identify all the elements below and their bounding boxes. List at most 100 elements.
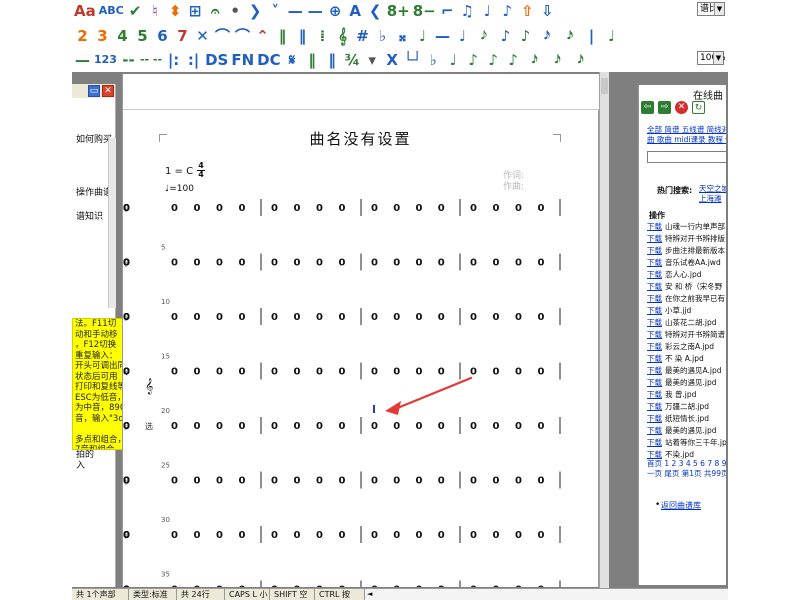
toolbar-tool-icon[interactable]: ▾	[364, 50, 381, 70]
toolbar-tool-icon[interactable]: ⌒	[214, 26, 231, 46]
help-link-knowledge[interactable]: 谱知识	[76, 209, 103, 222]
ratio-combo[interactable]: 谱比 ▼	[697, 2, 725, 16]
toolbar-tool-icon[interactable]: :|	[185, 50, 202, 70]
toolbar-tool-icon[interactable]: ♪	[499, 1, 516, 21]
stop-icon[interactable]: ✕	[675, 101, 688, 114]
toolbar-tool-icon[interactable]: --	[120, 50, 137, 70]
toolbar-tool-icon[interactable]: ¾	[344, 50, 361, 70]
toolbar-tool-icon[interactable]: 𝅘𝅥𝅮	[474, 26, 494, 46]
download-list-item[interactable]: 下载 在你之前我早已有	[647, 293, 726, 305]
download-link[interactable]: 下载	[647, 450, 662, 459]
download-link[interactable]: 下载	[647, 330, 662, 339]
scrollbar-thumb[interactable]	[601, 78, 608, 94]
download-link[interactable]: 下载	[647, 306, 662, 315]
download-link[interactable]: 下载	[647, 258, 662, 267]
toolbar-tool-icon[interactable]: 2	[74, 26, 91, 46]
toolbar-tool-icon[interactable]: 𝅘𝅥𝅯	[537, 26, 557, 46]
restore-icon[interactable]: ▭	[88, 85, 100, 97]
toolbar-tool-icon[interactable]: X	[384, 50, 401, 70]
toolbar-tool-icon[interactable]: ♫	[459, 1, 476, 21]
download-list-item[interactable]: 下载 站着等你三千年.jp	[647, 437, 726, 449]
score-staff-area[interactable]: 1 0 0 0 0 0 0 0 0 0 0 0 0 0 0 0 0 0 0 0 0 25 0 0 0 0 0 0 0 0 0 0 0 0 0 0 0 0 0…	[123, 74, 600, 587]
download-list-item[interactable]: 下载 万疆二胡.jpd	[647, 401, 726, 413]
download-list-item[interactable]: 下载 最美的遇见.jpd	[647, 377, 726, 389]
toolbar-tool-icon[interactable]: A	[347, 1, 364, 21]
download-list-item[interactable]: 下载 最美的遇见A.jpd	[647, 365, 726, 377]
toolbar-tool-icon[interactable]: ♭	[425, 50, 442, 70]
toolbar-tool-icon[interactable]: 𝅘𝅥𝅯	[571, 50, 591, 70]
toolbar-tool-icon[interactable]: 𝄪	[394, 26, 411, 46]
toolbar-tool-icon[interactable]: —	[74, 50, 91, 70]
download-list-item[interactable]: 下载 山魂一行内单声部	[647, 221, 726, 233]
download-link[interactable]: 下载	[647, 342, 662, 351]
refresh-icon[interactable]: ↻	[692, 101, 705, 114]
toolbar-tool-icon[interactable]: 5	[134, 26, 151, 46]
online-search-input[interactable]	[647, 151, 726, 163]
toolbar-tool-icon[interactable]: 123	[94, 50, 117, 70]
toolbar-tool-icon[interactable]: 4	[114, 26, 131, 46]
download-list-item[interactable]: 下载安 和 桥（宋冬野	[647, 281, 726, 293]
download-list-item[interactable]: 下载 步曲注排最新版本	[647, 245, 726, 257]
toolbar-tool-icon[interactable]: —	[287, 1, 304, 21]
download-link[interactable]: 下载	[647, 390, 662, 399]
download-link[interactable]: 下载	[647, 378, 662, 387]
toolbar-tool-icon[interactable]: ✔	[127, 1, 144, 21]
toolbar-tool-icon[interactable]: ♪	[517, 26, 534, 46]
toolbar-tool-icon[interactable]: ♩	[414, 26, 431, 46]
download-link[interactable]: 下载	[647, 414, 662, 423]
toolbar-tool-icon[interactable]: 𝅘𝅥𝅯	[560, 26, 580, 46]
hot-search-link-2[interactable]: 上海滩	[699, 194, 726, 204]
toolbar-tool-icon[interactable]: #	[354, 26, 371, 46]
toolbar-tool-icon[interactable]: ⌃	[254, 26, 271, 46]
back-arrow-icon[interactable]: ⇦	[641, 101, 654, 114]
toolbar-tool-icon[interactable]: ‖	[304, 50, 321, 70]
toolbar-tool-icon[interactable]: —	[434, 26, 451, 46]
toolbar-tool-icon[interactable]: 𝄋	[284, 50, 301, 70]
toolbar-tool-icon[interactable]: Aa	[74, 1, 96, 21]
toolbar-tool-icon[interactable]: 𝅘𝅥𝅯	[525, 50, 545, 70]
score-page[interactable]: 曲名没有设置 1 = C 4 4 ♩=100 作词: 作曲: 100000000…	[122, 74, 600, 587]
download-list-item[interactable]: 下载 音乐试卷AA.jwd	[647, 257, 726, 269]
toolbar-tool-icon[interactable]: ˅	[267, 1, 284, 21]
toolbar-tool-icon[interactable]: ♩	[479, 1, 496, 21]
toolbar-tool-icon[interactable]: ✕	[194, 26, 211, 46]
download-list-item[interactable]: 下载 恋人心.jpd	[647, 269, 726, 281]
toolbar-tool-icon[interactable]: ♩	[603, 26, 620, 46]
download-link[interactable]: 下载	[647, 402, 662, 411]
toolbar-tool-icon[interactable]: •	[227, 1, 244, 21]
toolbar-tool-icon[interactable]: 8−	[413, 1, 436, 21]
toolbar-tool-icon[interactable]: ⌒	[234, 26, 251, 46]
download-link[interactable]: 下载	[647, 294, 662, 303]
download-list-item[interactable]: 下载 彩云之南A.jpd	[647, 341, 726, 353]
toolbar-tool-icon[interactable]: -- --	[140, 50, 162, 70]
toolbar-tool-icon[interactable]: DC	[257, 50, 280, 70]
download-list-item[interactable]: 下载 最美的遇见.jpd	[647, 425, 726, 437]
toolbar-tool-icon[interactable]: ⊕	[327, 1, 344, 21]
close-icon[interactable]: ✕	[102, 85, 114, 97]
download-link[interactable]: 下载	[647, 366, 662, 375]
download-list-item[interactable]: 下载 特辨对开书辨排版	[647, 233, 726, 245]
help-link-operate[interactable]: 操作曲谱	[76, 185, 112, 198]
toolbar-tool-icon[interactable]: ⌐	[439, 1, 456, 21]
return-library-link[interactable]: 返回曲谱库	[661, 500, 701, 511]
hot-search-link-1[interactable]: 天空之城	[699, 184, 726, 194]
download-list-item[interactable]: 下载 特辨对开书辨简谱	[647, 329, 726, 341]
toolbar-tool-icon[interactable]: ♮	[147, 1, 164, 21]
category-links-1[interactable]: 全部 简谱 五线谱 简线对	[647, 125, 726, 135]
toolbar-tool-icon[interactable]: ⬍	[167, 1, 184, 21]
toolbar-tool-icon[interactable]: |	[583, 26, 600, 46]
toolbar-tool-icon[interactable]: ⊞	[187, 1, 204, 21]
left-panel-scrollbar[interactable]	[108, 138, 116, 308]
toolbar-tool-icon[interactable]: ♩	[445, 50, 462, 70]
toolbar-tool-icon[interactable]: ❮	[367, 1, 384, 21]
toolbar-tool-icon[interactable]: ♪	[505, 50, 522, 70]
forward-arrow-icon[interactable]: ⇨	[658, 101, 671, 114]
toolbar-tool-icon[interactable]: ♭	[374, 26, 391, 46]
download-link[interactable]: 下载	[647, 426, 662, 435]
toolbar-tool-icon[interactable]: 8+	[387, 1, 410, 21]
toolbar-tool-icon[interactable]: ‖	[274, 26, 291, 46]
toolbar-tool-icon[interactable]: ⇧	[519, 1, 536, 21]
toolbar-tool-icon[interactable]: —	[307, 1, 324, 21]
scroll-left-icon[interactable]: ◄	[367, 589, 372, 600]
toolbar-tool-icon[interactable]: 𝄐	[207, 1, 224, 21]
